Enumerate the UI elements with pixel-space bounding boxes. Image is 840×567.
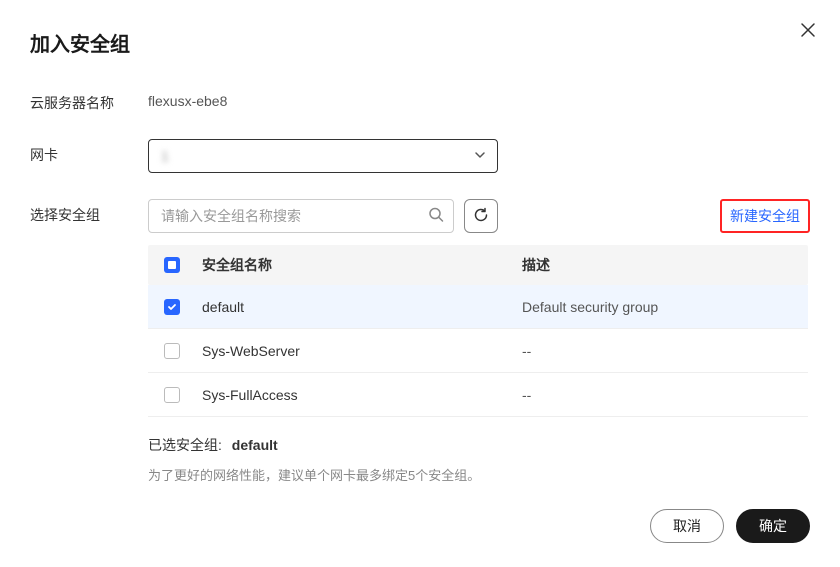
nic-select[interactable]: 1 <box>148 139 498 173</box>
nic-label: 网卡 <box>30 139 148 165</box>
selected-prefix: 已选安全组: <box>148 437 222 453</box>
server-name-value: flexusx-ebe8 <box>148 87 227 109</box>
table-row[interactable]: Sys-FullAccess -- <box>148 373 808 417</box>
row-desc: -- <box>522 343 792 359</box>
sg-table-header: 安全组名称 描述 <box>148 245 808 285</box>
row-checkbox[interactable] <box>164 343 180 359</box>
row-checkbox[interactable] <box>164 299 180 315</box>
sg-row: 选择安全组 新建安全组 <box>30 199 810 233</box>
dialog-title: 加入安全组 <box>30 28 810 57</box>
refresh-button[interactable] <box>464 199 498 233</box>
col-header-name: 安全组名称 <box>202 255 522 275</box>
row-name: default <box>202 299 522 315</box>
nic-selected-value: 1 <box>161 148 169 164</box>
selected-value: default <box>232 437 278 453</box>
refresh-icon <box>473 207 489 226</box>
server-name-row: 云服务器名称 flexusx-ebe8 <box>30 87 810 113</box>
table-row[interactable]: Sys-WebServer -- <box>148 329 808 373</box>
sg-hint: 为了更好的网络性能，建议单个网卡最多绑定5个安全组。 <box>148 465 810 484</box>
select-all-checkbox[interactable] <box>164 257 180 273</box>
col-header-desc: 描述 <box>522 255 792 275</box>
dialog-footer: 取消 确定 <box>650 509 810 543</box>
row-desc: Default security group <box>522 299 792 315</box>
row-desc: -- <box>522 387 792 403</box>
nic-row: 网卡 1 <box>30 139 810 173</box>
table-row[interactable]: default Default security group <box>148 285 808 329</box>
cancel-button[interactable]: 取消 <box>650 509 724 543</box>
sg-table: 安全组名称 描述 default Default security group … <box>148 245 808 417</box>
close-icon[interactable] <box>800 22 816 41</box>
confirm-button[interactable]: 确定 <box>736 509 810 543</box>
row-checkbox[interactable] <box>164 387 180 403</box>
sg-search-input[interactable] <box>148 199 454 233</box>
create-sg-link[interactable]: 新建安全组 <box>720 199 810 233</box>
server-name-label: 云服务器名称 <box>30 87 148 113</box>
sg-label: 选择安全组 <box>30 199 148 225</box>
row-name: Sys-WebServer <box>202 343 522 359</box>
selected-summary: 已选安全组: default <box>148 435 810 455</box>
row-name: Sys-FullAccess <box>202 387 522 403</box>
